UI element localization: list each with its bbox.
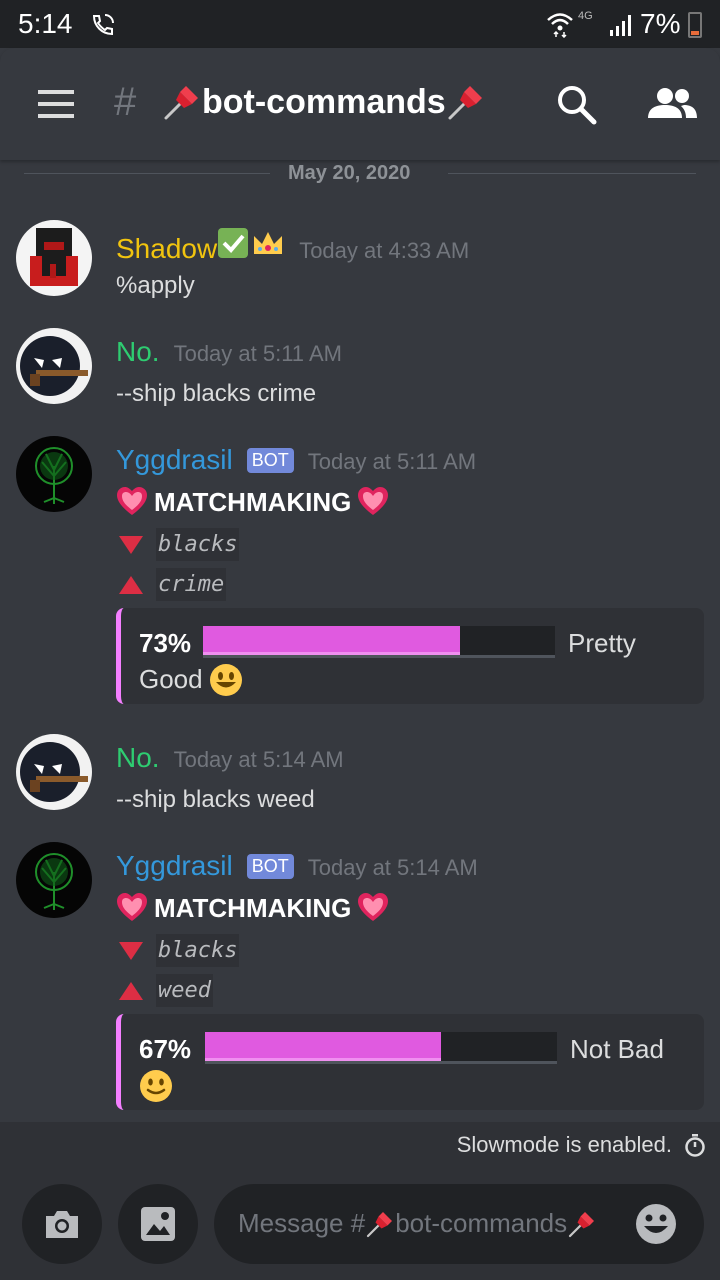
avatar[interactable]	[16, 734, 92, 810]
avatar[interactable]	[16, 220, 92, 296]
battery-icon	[688, 12, 702, 38]
timestamp: Today at 5:14 AM	[173, 747, 344, 772]
heart-icon	[116, 892, 148, 924]
pushpin-icon	[162, 82, 202, 122]
match-verdict-line2: Good	[139, 664, 203, 694]
down-triangle-icon	[118, 941, 144, 961]
timestamp: Today at 5:11 AM	[307, 449, 477, 474]
match-verdict: Not Bad	[570, 1034, 664, 1064]
match-percent: 67%	[139, 1034, 192, 1064]
match-up-row: weed	[118, 974, 213, 1007]
message-text: --ship blacks crime	[116, 380, 317, 407]
match-word: weed	[156, 974, 213, 1007]
message-text: %apply	[116, 272, 195, 299]
match-progress-bar	[203, 626, 555, 658]
avatar[interactable]	[16, 328, 92, 404]
match-embed: 73% Pretty Good	[116, 608, 704, 704]
camera-icon	[46, 1211, 78, 1238]
heart-icon	[357, 486, 389, 518]
match-down-row: blacks	[118, 934, 240, 967]
heart-icon	[357, 892, 389, 924]
match-down-row: blacks	[118, 528, 240, 561]
match-word: blacks	[156, 934, 240, 967]
avatar[interactable]	[16, 842, 92, 918]
match-verdict: Pretty	[568, 628, 636, 658]
pushpin-icon	[567, 1209, 597, 1239]
message-composer: Message # bot-commands	[0, 1168, 720, 1280]
pushpin-icon	[365, 1209, 395, 1239]
status-time: 5:14	[18, 8, 73, 39]
username[interactable]: Yggdrasil	[116, 444, 233, 476]
matchmaking-title: MATCHMAKING	[116, 486, 389, 518]
bot-tag: BOT	[246, 448, 294, 473]
timestamp: Today at 5:14 AM	[307, 855, 478, 880]
channel-header: # bot-commands	[0, 48, 720, 160]
match-word: blacks	[156, 528, 240, 561]
channel-name: bot-commands	[202, 82, 446, 121]
pushpin-icon	[446, 82, 486, 122]
message-item: Shadow Today at 4:33 AM %apply	[0, 228, 720, 318]
timestamp: Today at 4:33 AM	[299, 238, 470, 263]
check-icon	[218, 228, 249, 258]
smiley-icon	[139, 1069, 173, 1103]
avatar[interactable]	[16, 436, 92, 512]
image-icon	[141, 1207, 175, 1241]
up-triangle-icon	[118, 981, 144, 1001]
up-triangle-icon	[118, 575, 144, 595]
message-item: Yggdrasil BOT Today at 5:11 AM MATCHMAKI…	[0, 444, 720, 714]
username[interactable]: No.	[116, 336, 160, 368]
match-embed: 67% Not Bad	[116, 1014, 704, 1110]
smiley-icon	[209, 663, 243, 697]
camera-button[interactable]	[22, 1184, 102, 1264]
down-triangle-icon	[118, 535, 144, 555]
message-item: Yggdrasil BOT Today at 5:14 AM MATCHMAKI…	[0, 850, 720, 1120]
username[interactable]: No.	[116, 742, 160, 774]
message-item: No. Today at 5:11 AM --ship blacks crime	[0, 336, 720, 416]
message-text: --ship blacks weed	[116, 786, 315, 813]
wifi-calling-icon	[92, 14, 114, 36]
status-bar: 5:14 4G 7%	[0, 0, 720, 48]
search-icon[interactable]	[554, 82, 598, 126]
network-type: 4G	[578, 10, 593, 22]
emoji-icon[interactable]	[634, 1202, 678, 1246]
slowmode-bar: Slowmode is enabled.	[0, 1122, 720, 1168]
match-word: crime	[156, 568, 227, 601]
wifi-icon	[547, 13, 573, 38]
message-input[interactable]: Message # bot-commands	[214, 1184, 704, 1264]
crown-icon	[254, 232, 283, 254]
slowmode-text: Slowmode is enabled.	[456, 1132, 672, 1157]
message-placeholder: Message # bot-commands	[238, 1208, 597, 1239]
username[interactable]: Yggdrasil	[116, 850, 233, 882]
menu-icon[interactable]	[36, 90, 76, 120]
match-progress-fill	[205, 1032, 441, 1061]
timestamp: Today at 5:11 AM	[173, 341, 342, 366]
match-progress-fill	[203, 626, 460, 655]
bot-tag: BOT	[246, 854, 294, 879]
date-divider: May 20, 2020	[24, 160, 696, 188]
match-up-row: crime	[118, 568, 227, 601]
battery-percent: 7%	[640, 8, 681, 39]
timer-icon	[685, 1134, 705, 1157]
signal-icon	[610, 15, 631, 36]
channel-hash-icon: #	[114, 80, 137, 124]
channel-title[interactable]: bot-commands	[162, 82, 486, 122]
username[interactable]: Shadow	[116, 233, 217, 265]
members-icon[interactable]	[646, 84, 698, 124]
matchmaking-title: MATCHMAKING	[116, 892, 389, 924]
message-item: No. Today at 5:14 AM --ship blacks weed	[0, 742, 720, 822]
heart-icon	[116, 486, 148, 518]
match-percent: 73%	[139, 628, 192, 658]
image-upload-button[interactable]	[118, 1184, 198, 1264]
match-progress-bar	[205, 1032, 557, 1064]
